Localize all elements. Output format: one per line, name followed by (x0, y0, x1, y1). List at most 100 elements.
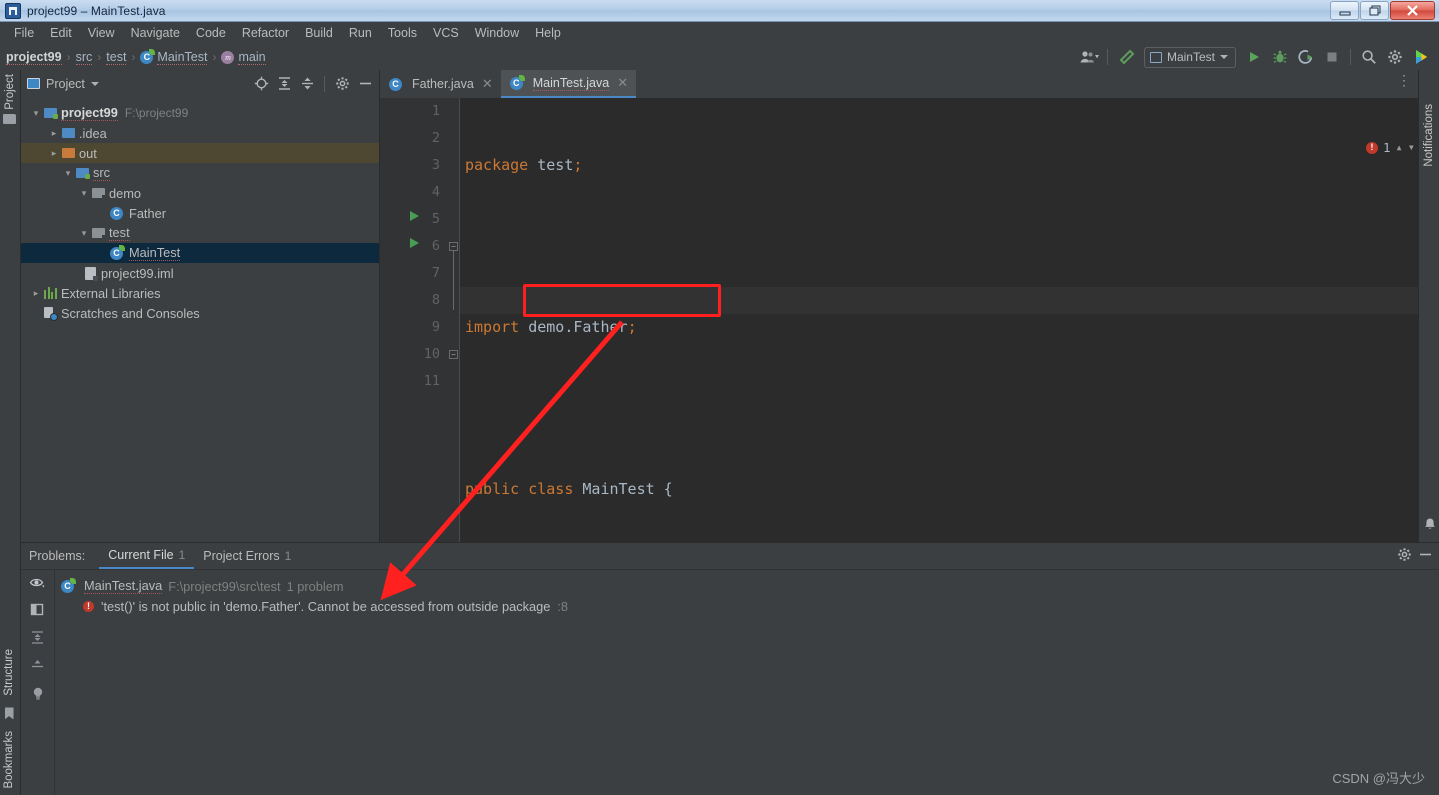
settings-gear-icon[interactable] (1397, 547, 1412, 565)
menu-item-vcs[interactable]: VCS (425, 24, 467, 42)
quick-fix-bulb-icon[interactable] (31, 686, 45, 701)
close-icon[interactable]: ✕ (482, 76, 493, 92)
problems-message-row[interactable]: ! 'test()' is not public in 'demo.Father… (83, 596, 1439, 616)
tree-node-external-libraries[interactable]: ▸ External Libraries (21, 283, 379, 303)
chevron-down-icon[interactable]: ▾ (29, 108, 43, 119)
hide-icon[interactable] (355, 74, 375, 94)
tree-node-iml[interactable]: project99.iml (21, 263, 379, 283)
tree-node-demo[interactable]: ▾ demo (21, 183, 379, 203)
close-icon[interactable]: ✕ (617, 75, 628, 91)
collapse-all-icon[interactable] (30, 658, 45, 673)
stripe-button-notifications[interactable]: Notifications (1423, 104, 1435, 167)
class-icon: C (389, 77, 402, 91)
menu-item-view[interactable]: View (80, 24, 123, 42)
breadcrumb-separator: › (212, 50, 217, 64)
eye-preview-icon[interactable] (29, 576, 46, 589)
hide-icon[interactable] (1418, 547, 1433, 565)
menu-item-run[interactable]: Run (341, 24, 380, 42)
chevron-right-icon[interactable]: ▸ (47, 148, 61, 159)
run-config-label: MainTest (1166, 50, 1215, 64)
project-panel-title[interactable]: Project (27, 77, 99, 91)
editor-gutter[interactable]: 1 2 3 4 5 6 7 8 9 10 11 (380, 98, 448, 542)
menu-item-navigate[interactable]: Navigate (123, 24, 188, 42)
tab-current-file[interactable]: Current File 1 (99, 544, 195, 569)
settings-gear-icon[interactable] (332, 74, 352, 94)
chevron-up-icon[interactable]: ▴ (1396, 134, 1403, 161)
chevron-down-icon[interactable]: ▾ (61, 168, 75, 179)
idea-icon (5, 2, 21, 19)
debug-bug-icon[interactable] (1268, 46, 1292, 68)
breadcrumb-src[interactable]: src (75, 50, 93, 65)
breadcrumb-maintest[interactable]: C MainTest (140, 48, 208, 65)
menu-item-window[interactable]: Window (467, 24, 527, 42)
more-options-icon[interactable]: ⋮ (1397, 73, 1411, 87)
run-triangle-icon[interactable] (410, 211, 419, 221)
editor-viewport[interactable]: 1 2 3 4 5 6 7 8 9 10 11 − − package test… (380, 98, 1439, 542)
tree-node-project99[interactable]: ▾ project99 F:\project99 (21, 103, 379, 123)
menu-item-build[interactable]: Build (297, 24, 341, 42)
tree-node-out[interactable]: ▸ out (21, 143, 379, 163)
split-view-icon[interactable] (30, 602, 45, 617)
chevron-right-icon[interactable]: ▸ (47, 128, 61, 139)
chevron-down-icon[interactable]: ▾ (77, 228, 91, 239)
breadcrumb-separator: › (97, 50, 102, 64)
run-configuration-selector[interactable]: MainTest (1143, 46, 1236, 68)
menu-item-refactor[interactable]: Refactor (234, 24, 297, 42)
ide-updates-icon[interactable] (1409, 46, 1433, 68)
tab-project-errors[interactable]: Project Errors 1 (194, 545, 300, 568)
breadcrumb-main[interactable]: m main (221, 50, 266, 65)
code-content[interactable]: package test; import demo.Father; public… (465, 98, 1439, 542)
stripe-button-structure[interactable]: Structure (3, 649, 15, 696)
tree-node-father[interactable]: C Father (21, 203, 379, 223)
fold-collapse-icon[interactable]: − (449, 350, 458, 359)
line-number: 7 (431, 265, 440, 281)
menu-item-help[interactable]: Help (527, 24, 569, 42)
navigation-bar: project99 › src › test › C MainTest › m … (0, 44, 1439, 70)
class-run-icon: C (110, 244, 126, 260)
breadcrumb-test[interactable]: test (106, 50, 127, 65)
tree-node-test[interactable]: ▾ test (21, 223, 379, 243)
settings-gear-icon[interactable] (1383, 46, 1407, 68)
chevron-down-icon[interactable]: ▾ (77, 188, 91, 199)
tab-maintest-java[interactable]: C MainTest.java ✕ (500, 70, 637, 98)
user-avatar-icon[interactable] (1077, 46, 1101, 68)
collapse-all-icon[interactable] (297, 74, 317, 94)
run-triangle-icon[interactable] (1242, 46, 1266, 68)
stripe-button-project[interactable]: Project (4, 74, 16, 110)
expand-all-icon[interactable] (274, 74, 294, 94)
tree-node-label: Scratches and Consoles (61, 305, 200, 321)
problems-side-toolbar (21, 570, 55, 795)
project-folder-icon (43, 108, 58, 119)
locate-icon[interactable] (251, 74, 271, 94)
tree-node-scratches[interactable]: Scratches and Consoles (21, 303, 379, 323)
maximize-icon[interactable] (1360, 1, 1389, 20)
run-with-coverage-icon[interactable] (1294, 46, 1318, 68)
expand-all-icon[interactable] (30, 630, 45, 645)
editor-error-counter[interactable]: ! 1 ▴ ▾ (1366, 134, 1415, 161)
chevron-down-icon[interactable]: ▾ (1408, 134, 1415, 161)
tree-node-maintest[interactable]: C MainTest (21, 243, 379, 263)
notification-bell-icon[interactable] (1423, 517, 1437, 536)
build-hammer-icon[interactable] (1114, 46, 1138, 68)
stop-square-icon[interactable] (1320, 46, 1344, 68)
run-triangle-icon[interactable] (410, 238, 419, 248)
menu-item-file[interactable]: File (6, 24, 42, 42)
breadcrumb-project99[interactable]: project99 (6, 50, 62, 65)
chevron-right-icon[interactable]: ▸ (29, 288, 43, 299)
tree-node-src[interactable]: ▾ src (21, 163, 379, 183)
minimize-icon[interactable] (1330, 1, 1359, 20)
tab-father-java[interactable]: C Father.java ✕ (380, 70, 501, 98)
tree-node-idea[interactable]: ▸ .idea (21, 123, 379, 143)
close-icon[interactable] (1390, 1, 1435, 20)
menu-item-edit[interactable]: Edit (42, 24, 80, 42)
line-number: 2 (431, 130, 440, 146)
menu-item-tools[interactable]: Tools (380, 24, 425, 42)
search-magnifier-icon[interactable] (1357, 46, 1381, 68)
window-controls[interactable] (1330, 1, 1435, 20)
line-number: 8 (431, 292, 440, 308)
line-number: 10 (423, 346, 440, 362)
problems-file-row[interactable]: C MainTest.java F:\project99\src\test 1 … (61, 576, 1439, 596)
main-toolbar: MainTest (1077, 46, 1433, 68)
menu-item-code[interactable]: Code (188, 24, 234, 42)
stripe-button-bookmarks[interactable]: Bookmarks (3, 731, 15, 789)
